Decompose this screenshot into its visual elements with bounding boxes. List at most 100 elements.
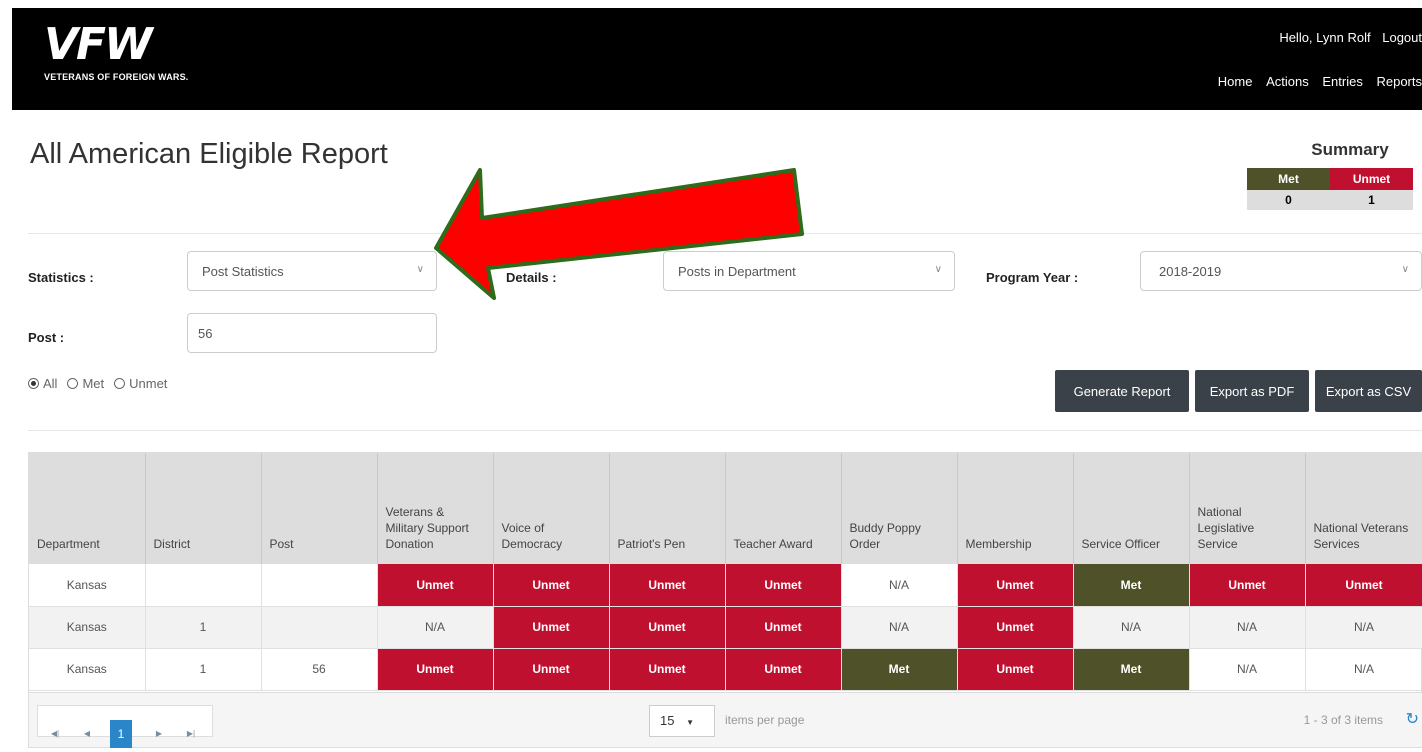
chevron-down-icon: ∨ — [416, 264, 424, 275]
table-cell: Unmet — [609, 564, 726, 607]
next-page-icon[interactable]: ▶ — [148, 720, 170, 748]
statistics-select[interactable]: Post Statistics ∨ — [187, 251, 437, 291]
program-year-label: Program Year : — [986, 270, 1079, 285]
logout-link[interactable]: Logout — [1382, 30, 1422, 45]
summary-unmet-col: Unmet 1 — [1330, 168, 1413, 210]
table-cell: 56 — [261, 648, 378, 691]
annotation-arrow-icon — [434, 168, 804, 300]
summary-title: Summary — [1311, 140, 1389, 159]
page-size-value: 15 — [660, 713, 675, 728]
radio-all[interactable]: All — [28, 376, 57, 391]
greeting-text: Hello, Lynn Rolf — [1279, 30, 1371, 45]
column-header[interactable]: Teacher Award — [725, 453, 842, 564]
nav-actions[interactable]: Actions — [1266, 74, 1309, 89]
nav-entries[interactable]: Entries — [1322, 74, 1362, 89]
table-cell: Unmet — [1189, 564, 1306, 607]
main-nav: Home Actions Entries Reports — [1208, 74, 1422, 89]
radio-all-label: All — [43, 376, 58, 391]
table-cell: Unmet — [725, 648, 842, 691]
page-number-button[interactable]: 1 — [110, 720, 132, 748]
table-cell: Unmet — [377, 564, 494, 607]
table-cell: Kansas — [29, 606, 146, 649]
column-header[interactable]: District — [145, 453, 262, 564]
table-cell — [261, 564, 378, 607]
page-size-dropdown[interactable]: 15 ▼ — [649, 705, 715, 737]
table-row[interactable]: Kansas 1 N/A Unmet Unmet Unmet N/A Unmet N/A N/A N… — [29, 606, 1422, 649]
last-page-icon[interactable]: ▶| — [180, 720, 202, 748]
table-cell: Unmet — [377, 648, 494, 691]
logo-subtitle: VETERANS OF FOREIGN WARS. — [44, 72, 189, 82]
column-header[interactable]: Service Officer — [1073, 453, 1190, 564]
table-cell: N/A — [1305, 606, 1422, 649]
table-cell: Met — [1073, 648, 1190, 691]
table-cell: Unmet — [725, 606, 842, 649]
column-header[interactable]: Veterans & Military Support Donation — [377, 453, 494, 564]
table-cell: Unmet — [957, 648, 1074, 691]
pager-controls: ◀| ◀ 1 ▶ ▶| — [37, 705, 213, 748]
status-filter-radios: All Met Unmet — [28, 376, 167, 391]
column-header[interactable]: Membership — [957, 453, 1074, 564]
summary-met-label: Met — [1247, 168, 1330, 190]
radio-met[interactable]: Met — [67, 376, 104, 391]
table-row[interactable]: Kansas Unmet Unmet Unmet Unmet N/A Unmet Met Unm… — [29, 564, 1422, 607]
table-cell: N/A — [841, 564, 958, 607]
page-title: All American Eligible Report — [30, 138, 388, 170]
radio-unmet-indicator — [114, 378, 126, 389]
table-cell: Unmet — [493, 606, 610, 649]
table-cell: N/A — [1189, 606, 1306, 649]
column-header[interactable]: Voice of Democracy — [493, 453, 610, 564]
table-cell: N/A — [1305, 648, 1422, 691]
table-cell: Unmet — [725, 564, 842, 607]
table-cell: Unmet — [609, 606, 726, 649]
prev-page-icon[interactable]: ◀ — [76, 720, 98, 748]
nav-home[interactable]: Home — [1218, 74, 1253, 89]
program-year-select[interactable]: 2018-2019 ∨ — [1140, 251, 1422, 291]
user-greeting-bar: Hello, Lynn Rolf Logout — [1271, 30, 1422, 45]
table-cell: 1 — [145, 606, 262, 649]
post-input[interactable]: 56 — [187, 313, 437, 353]
table-cell — [261, 606, 378, 649]
column-header[interactable]: National Legislative Service — [1189, 453, 1306, 564]
export-pdf-button[interactable]: Export as PDF — [1195, 370, 1309, 412]
caret-down-icon: ▼ — [686, 718, 695, 727]
first-page-icon[interactable]: ◀| — [44, 720, 66, 748]
app-window: VFW VETERANS OF FOREIGN WARS. Hello, Lyn… — [0, 0, 1422, 752]
radio-unmet[interactable]: Unmet — [114, 376, 167, 391]
post-label: Post : — [28, 330, 65, 345]
table-row[interactable]: Kansas 1 56 Unmet Unmet Unmet Unmet Met Unmet Met… — [29, 648, 1422, 691]
summary-met-col: Met 0 — [1247, 168, 1330, 210]
refresh-icon[interactable]: ↻ — [1406, 709, 1419, 729]
table-cell: Met — [841, 648, 958, 691]
radio-all-indicator — [28, 378, 39, 389]
column-header[interactable]: Patriot's Pen — [609, 453, 726, 564]
nav-reports[interactable]: Reports — [1376, 74, 1422, 89]
program-year-value: 2018-2019 — [1159, 264, 1222, 279]
chevron-down-icon: ∨ — [1401, 264, 1409, 275]
statistics-value: Post Statistics — [202, 264, 284, 279]
column-header[interactable]: Post — [261, 453, 378, 564]
logo-mark: VFW — [44, 19, 153, 70]
generate-report-button[interactable]: Generate Report — [1055, 370, 1189, 412]
table-body: Kansas Unmet Unmet Unmet Unmet N/A Unmet Met Unm… — [29, 564, 1422, 691]
column-header[interactable]: National Veterans Services — [1305, 453, 1422, 564]
table-cell: Met — [1073, 564, 1190, 607]
column-header[interactable]: Department — [29, 453, 146, 564]
table-cell: N/A — [1073, 606, 1190, 649]
vfw-logo[interactable]: VFW VETERANS OF FOREIGN WARS. — [44, 19, 189, 83]
per-page-label: items per page — [725, 713, 805, 727]
summary-met-value: 0 — [1247, 190, 1330, 210]
table-header-row: Department District Post Veterans & Militar… — [29, 453, 1422, 564]
statistics-label: Statistics : — [28, 270, 94, 285]
table-cell: Unmet — [609, 648, 726, 691]
radio-met-label: Met — [82, 376, 105, 391]
table-cell — [145, 564, 262, 607]
table-cell: Kansas — [29, 564, 146, 607]
table-cell: N/A — [377, 606, 494, 649]
divider — [28, 430, 1422, 431]
export-csv-button[interactable]: Export as CSV — [1315, 370, 1422, 412]
grid-pager: ◀| ◀ 1 ▶ ▶| 15 ▼ items per page 1 - 3 of… — [29, 692, 1422, 748]
summary-unmet-label: Unmet — [1330, 168, 1413, 190]
table-cell: Unmet — [493, 564, 610, 607]
summary-panel: Summary Met 0 Unmet 1 — [1247, 140, 1413, 210]
column-header[interactable]: Buddy Poppy Order — [841, 453, 958, 564]
